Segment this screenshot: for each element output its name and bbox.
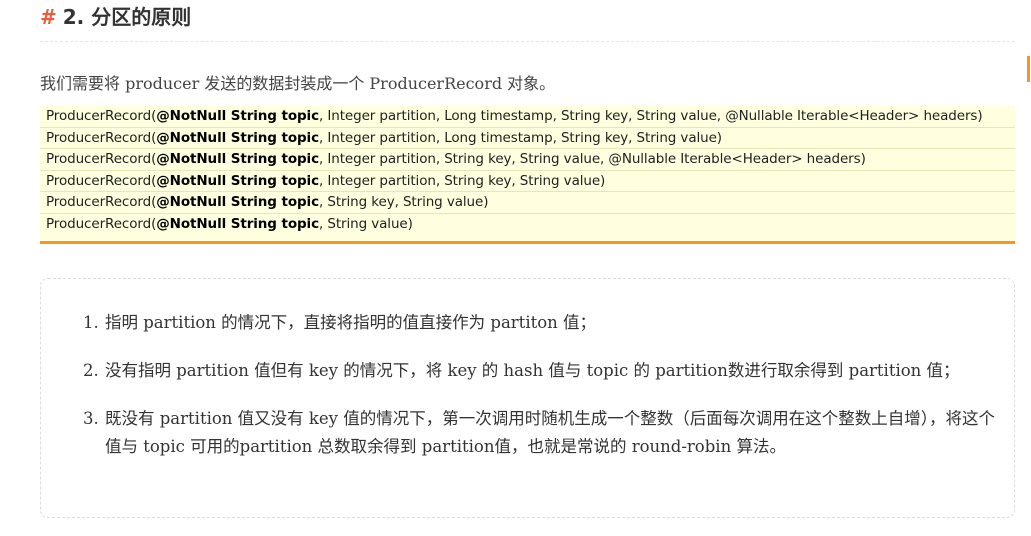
list-text: 指明 partition 的情况下，直接将指明的值直接作为 partiton 值… — [105, 313, 597, 332]
code-topic-param: @NotNull String topic — [156, 172, 319, 189]
code-signature-table: ProducerRecord(@NotNull String topic, In… — [40, 106, 1015, 244]
section-heading: #2. 分区的原则 — [40, 2, 1015, 42]
code-topic-param: @NotNull String topic — [156, 194, 319, 210]
code-row: ProducerRecord(@NotNull String topic, In… — [40, 171, 1015, 192]
code-prefix: ProducerRecord( — [46, 215, 157, 232]
list-number: 1. — [83, 313, 99, 332]
list-item: 3. 既没有 partition 值又没有 key 值的情况下，第一次调用时随机生… — [83, 405, 998, 461]
code-params: , Integer partition, String key, String … — [318, 151, 866, 167]
code-params: , Integer partition, Long timestamp, Str… — [318, 129, 722, 146]
list-number: 2. — [83, 361, 99, 380]
code-prefix: ProducerRecord( — [46, 151, 157, 167]
intro-paragraph: 我们需要将 producer 发送的数据封装成一个 ProducerRecord… — [40, 74, 556, 93]
list-text: 既没有 partition 值又没有 key 值的情况下，第一次调用时随机生成一… — [105, 409, 995, 456]
list-number: 3. — [83, 409, 99, 428]
code-topic-param: @NotNull String topic — [156, 151, 319, 167]
code-topic-param: @NotNull String topic — [156, 215, 319, 232]
code-params: , String key, String value) — [318, 194, 489, 210]
list-item: 2. 没有指明 partition 值但有 key 的情况下，将 key 的 ha… — [83, 357, 998, 385]
code-row: ProducerRecord(@NotNull String topic, St… — [40, 214, 1015, 236]
code-row: ProducerRecord(@NotNull String topic, St… — [40, 192, 1015, 214]
list-item: 1. 指明 partition 的情况下，直接将指明的值直接作为 partiton… — [83, 309, 998, 337]
code-params: , Integer partition, String key, String … — [318, 172, 606, 189]
code-prefix: ProducerRecord( — [46, 172, 157, 189]
code-row: ProducerRecord(@NotNull String topic, In… — [40, 149, 1015, 171]
code-prefix: ProducerRecord( — [46, 194, 157, 210]
code-topic-param: @NotNull String topic — [156, 108, 319, 124]
code-params: , String value) — [318, 215, 413, 232]
list-text: 没有指明 partition 值但有 key 的情况下，将 key 的 hash… — [105, 361, 960, 380]
code-params: , Integer partition, Long timestamp, Str… — [318, 108, 983, 124]
code-prefix: ProducerRecord( — [46, 108, 157, 124]
code-topic-param: @NotNull String topic — [156, 129, 319, 146]
partition-rules-list: 1. 指明 partition 的情况下，直接将指明的值直接作为 partiton… — [83, 309, 998, 481]
code-row: ProducerRecord(@NotNull String topic, In… — [40, 128, 1015, 149]
heading-anchor[interactable]: # — [40, 5, 57, 29]
heading-title: 2. 分区的原则 — [62, 5, 192, 29]
code-row: ProducerRecord(@NotNull String topic, In… — [40, 106, 1015, 128]
scroll-indicator[interactable] — [1027, 56, 1030, 82]
partition-rules-box: 1. 指明 partition 的情况下，直接将指明的值直接作为 partiton… — [40, 278, 1015, 518]
code-prefix: ProducerRecord( — [46, 129, 157, 146]
